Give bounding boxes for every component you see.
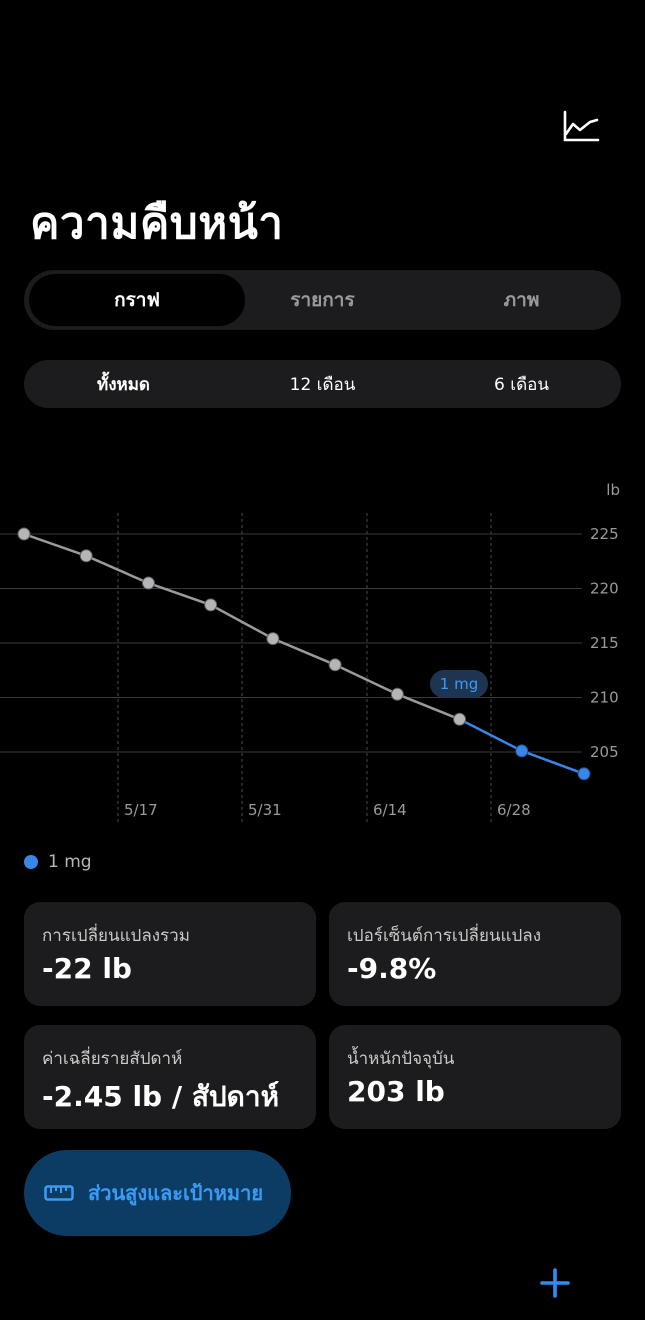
data-point [577, 767, 591, 781]
add-entry-button[interactable] [538, 1266, 572, 1300]
range-segmented-control: ทั้งหมด 12 เดือน 6 เดือน [24, 360, 621, 408]
x-tick-label: 6/28 [497, 801, 531, 819]
chart-legend: 1 mg [24, 850, 92, 874]
stat-card-current-weight: น้ำหนักปัจจุบัน 203 lb [329, 1025, 621, 1129]
stat-label: การเปลี่ยนแปลงรวม [42, 926, 190, 946]
legend-label: 1 mg [48, 852, 92, 872]
height-and-goal-button[interactable]: ส่วนสูงและเป้าหมาย [24, 1150, 291, 1236]
plus-icon [540, 1268, 570, 1298]
ruler-icon [44, 1185, 74, 1201]
y-tick-label: 220 [590, 580, 619, 598]
stat-value: 203 lb [347, 1075, 445, 1108]
legend-color-dot [24, 855, 38, 869]
data-point [17, 527, 31, 541]
chart-line-icon [563, 110, 600, 142]
x-tick-label: 5/31 [248, 801, 282, 819]
tab-photos[interactable]: ภาพ [422, 270, 621, 330]
data-point [141, 576, 155, 590]
range-6-months[interactable]: 6 เดือน [422, 360, 621, 408]
x-tick-label: 5/17 [124, 801, 158, 819]
page-title: ความคืบหน้า [30, 198, 284, 249]
stat-value: -22 lb [42, 952, 132, 985]
stat-label: เปอร์เซ็นต์การเปลี่ยนแปลง [347, 926, 541, 946]
range-all[interactable]: ทั้งหมด [24, 360, 223, 408]
trend-chart-button[interactable] [560, 108, 602, 146]
stat-value: -2.45 lb / สัปดาห์ [42, 1080, 280, 1113]
tab-graph[interactable]: กราฟ [29, 270, 245, 330]
data-point [79, 549, 93, 563]
view-segmented-control: กราฟ รายการ ภาพ [24, 270, 621, 330]
data-point [515, 744, 529, 758]
y-tick-label: 215 [590, 634, 619, 652]
stat-card-weekly-average: ค่าเฉลี่ยรายสัปดาห์ -2.45 lb / สัปดาห์ [24, 1025, 316, 1129]
stat-card-total-change: การเปลี่ยนแปลงรวม -22 lb [24, 902, 316, 1006]
data-point [266, 632, 280, 646]
y-tick-label: 225 [590, 525, 619, 543]
stat-label: น้ำหนักปัจจุบัน [347, 1049, 455, 1069]
y-axis-unit-label: lb [606, 481, 620, 499]
stat-label: ค่าเฉลี่ยรายสัปดาห์ [42, 1049, 183, 1069]
stat-card-percent-change: เปอร์เซ็นต์การเปลี่ยนแปลง -9.8% [329, 902, 621, 1006]
data-point [390, 687, 404, 701]
data-point [453, 712, 467, 726]
weight-chart: lb 225 220 215 210 205 5/17 5/31 6/14 6/28 1 mg [0, 481, 620, 823]
y-tick-label: 205 [590, 743, 619, 761]
x-tick-label: 6/14 [373, 801, 407, 819]
height-and-goal-label: ส่วนสูงและเป้าหมาย [88, 1181, 264, 1205]
data-point [204, 598, 218, 612]
range-12-months[interactable]: 12 เดือน [223, 360, 422, 408]
y-tick-label: 210 [590, 689, 619, 707]
data-point [328, 658, 342, 672]
stat-value: -9.8% [347, 952, 437, 985]
series-callout-label: 1 mg [440, 675, 478, 693]
tab-list[interactable]: รายการ [223, 270, 422, 330]
